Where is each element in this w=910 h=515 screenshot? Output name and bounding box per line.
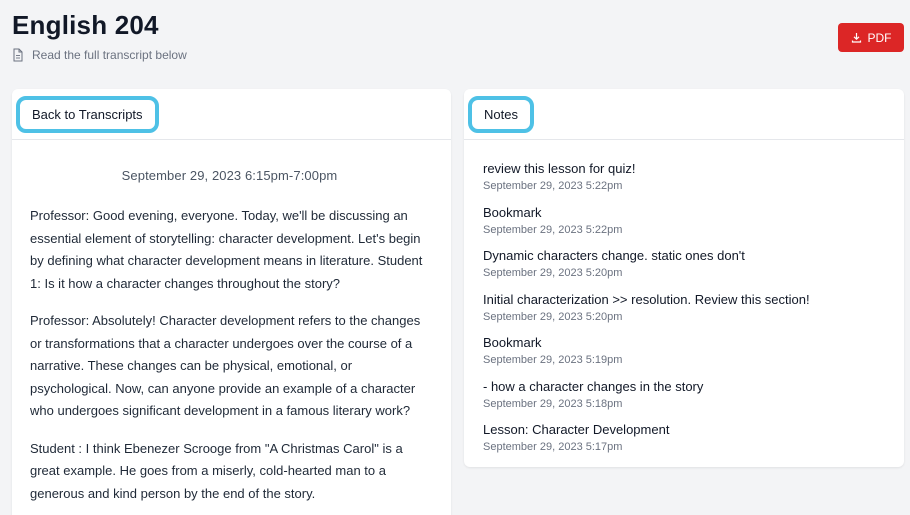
note-text: Dynamic characters change. static ones d… — [483, 248, 745, 263]
transcript-paragraph: Professor: Good evening, everyone. Today… — [30, 208, 423, 291]
notes-panel-header: Notes — [464, 89, 904, 140]
subtitle-text: Read the full transcript below — [32, 48, 187, 62]
transcript-panel: Back to Transcripts September 29, 2023 6… — [12, 89, 451, 515]
note-timestamp: September 29, 2023 5:22pm — [483, 180, 623, 192]
note-item[interactable]: Dynamic characters change. static ones d… — [483, 247, 885, 280]
note-text: Lesson: Character Development — [483, 422, 670, 437]
pdf-download-button[interactable]: PDF — [838, 23, 904, 52]
document-icon — [13, 48, 23, 62]
note-timestamp: September 29, 2023 5:22pm — [483, 223, 623, 236]
note-item[interactable]: Lesson: Character Development September … — [483, 421, 885, 454]
note-text: Initial characterization >> resolution. … — [483, 291, 810, 307]
notes-tab[interactable]: Notes — [468, 96, 534, 133]
note-text: Bookmark — [483, 204, 542, 220]
note-item[interactable]: - how a character changes in the story S… — [483, 378, 885, 411]
transcript-body: September 29, 2023 6:15pm-7:00pm Profess… — [12, 168, 451, 505]
note-text: Bookmark — [483, 335, 542, 350]
note-item[interactable]: Initial characterization >> resolution. … — [483, 291, 885, 324]
note-timestamp: September 29, 2023 5:18pm — [483, 397, 623, 410]
transcript-date: September 29, 2023 6:15pm-7:00pm — [121, 168, 338, 183]
transcript-panel-header: Back to Transcripts — [12, 89, 451, 140]
note-text: review this lesson for quiz! — [483, 161, 636, 176]
note-item[interactable]: Bookmark September 29, 2023 5:19pm — [483, 334, 885, 367]
pdf-button-label: PDF — [867, 30, 892, 45]
note-timestamp: September 29, 2023 5:20pm — [483, 267, 623, 279]
note-timestamp: September 29, 2023 5:20pm — [483, 310, 623, 323]
page-subtitle: Read the full transcript below — [12, 48, 187, 62]
back-to-transcripts-button[interactable]: Back to Transcripts — [16, 96, 159, 133]
page-title: English 204 — [12, 10, 159, 40]
note-item[interactable]: Bookmark September 29, 2023 5:22pm — [483, 204, 885, 237]
notes-panel: Notes review this lesson for quiz! Septe… — [464, 89, 904, 467]
note-text: - how a character changes in the story — [483, 378, 704, 394]
download-icon — [851, 33, 861, 43]
transcript-paragraph: Professor: Absolutely! Character develop… — [30, 313, 421, 418]
notes-list: review this lesson for quiz! September 2… — [464, 140, 904, 454]
note-item[interactable]: review this lesson for quiz! September 2… — [483, 160, 885, 193]
note-timestamp: September 29, 2023 5:19pm — [483, 354, 623, 366]
note-timestamp: September 29, 2023 5:17pm — [483, 441, 623, 453]
transcript-paragraph: Student : I think Ebenezer Scrooge from … — [30, 440, 403, 501]
